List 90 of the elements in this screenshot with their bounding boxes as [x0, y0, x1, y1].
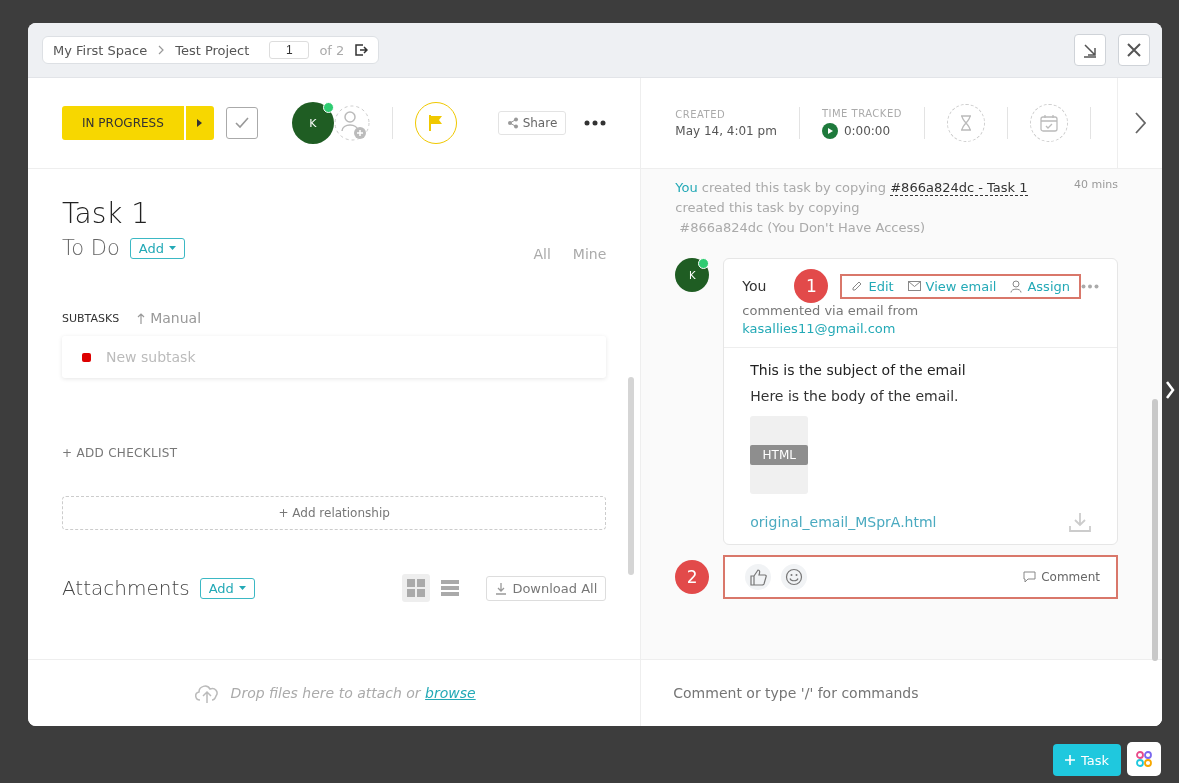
browse-link[interactable]: browse — [425, 685, 476, 701]
more-icon — [1081, 283, 1099, 289]
page-total: of 2 — [319, 42, 345, 58]
created-label: CREATED — [675, 108, 727, 120]
apps-button[interactable] — [1127, 742, 1161, 776]
breadcrumb-link[interactable]: My First Space — [53, 42, 148, 58]
comment-button[interactable]: Comment — [1023, 570, 1100, 584]
sort-button[interactable]: Manual — [137, 310, 202, 326]
speech-bubble-icon — [1023, 571, 1037, 583]
caret-icon — [169, 246, 176, 250]
user-link[interactable]: You — [675, 180, 698, 195]
created-date: May 14, 4:01 pm — [675, 123, 777, 138]
add-relationship-button[interactable]: + Add relationship — [62, 496, 607, 530]
status-square-icon — [82, 352, 91, 362]
hourglass-icon — [959, 115, 972, 131]
comment-action[interactable]: View email — [907, 278, 997, 294]
mark-complete-button[interactable] — [225, 107, 258, 139]
smiley-icon — [785, 568, 804, 586]
status-button[interactable]: IN PROGRESS — [62, 106, 214, 140]
open-external-icon — [354, 43, 369, 57]
download-icon — [1069, 512, 1091, 532]
breadcrumb-link[interactable]: Test Project — [175, 42, 250, 58]
chevron-right-icon — [1165, 380, 1175, 400]
flag-icon — [427, 114, 444, 132]
filter-tab[interactable]: Mine — [572, 246, 607, 262]
envelope-icon — [907, 281, 921, 291]
person-icon — [1010, 279, 1023, 293]
plus-icon — [1065, 755, 1075, 765]
share-icon — [506, 117, 519, 129]
add-assignee-icon — [333, 103, 370, 143]
list-icon — [441, 580, 460, 596]
add-dropdown[interactable]: Add — [129, 237, 185, 259]
scrollbar[interactable] — [628, 377, 635, 575]
comment-author: You — [742, 278, 767, 294]
assignee-avatar[interactable]: K — [291, 102, 334, 144]
add-task-button[interactable]: Task — [1053, 744, 1122, 776]
comment-via-text: commented via email from — [742, 303, 920, 318]
download-icon — [1082, 42, 1098, 58]
calendar-icon — [1039, 114, 1058, 132]
add-checklist-link[interactable]: + ADD CHECKLIST — [62, 446, 607, 460]
new-subtask-field[interactable]: New subtask — [62, 336, 607, 378]
caret-icon — [196, 119, 203, 127]
apps-icon — [1135, 750, 1153, 768]
view-toggle[interactable] — [402, 574, 431, 602]
drop-files-text: Drop files here to attach or browse — [230, 685, 476, 701]
activity-text: #866a824dc (You Don't Have Access) — [678, 219, 927, 237]
file-link[interactable]: original_email_MSprA.html — [750, 514, 937, 530]
check-icon — [234, 117, 249, 129]
download-icon — [495, 581, 508, 595]
scrollbar[interactable] — [1152, 399, 1158, 661]
cloud-upload-icon — [192, 682, 221, 704]
more-icon — [584, 120, 607, 126]
annotation-number: 2 — [675, 560, 710, 594]
comment-action[interactable]: Assign — [1010, 278, 1070, 294]
activity-text: created this task by copying — [675, 199, 861, 217]
close-button[interactable] — [1118, 34, 1150, 66]
activity-time: 40 mins — [1074, 178, 1118, 191]
filter-tab[interactable]: All — [533, 246, 551, 262]
attachments-heading: Attachments — [62, 576, 190, 600]
chevron-icon — [157, 45, 166, 55]
comment-action[interactable]: Edit — [851, 278, 894, 294]
play-icon — [821, 122, 838, 139]
email-subject: This is the subject of the email — [750, 362, 967, 378]
share-button[interactable]: Share — [497, 111, 567, 135]
download-all-button[interactable]: Download All — [486, 575, 607, 601]
thumbs-up-icon — [749, 568, 768, 586]
page-number-field[interactable]: 1 — [269, 41, 310, 59]
subtasks-heading: SUBTASKS — [62, 311, 120, 325]
close-icon — [1127, 43, 1141, 57]
comment-field[interactable]: Comment or type '/' for commands — [641, 660, 1162, 726]
time-tracked-label: TIME TRACKED — [821, 107, 902, 119]
like-button[interactable] — [745, 564, 772, 590]
annotation-number: 1 — [794, 269, 829, 303]
emoji-button[interactable] — [781, 564, 808, 590]
status-heading: To Do — [62, 236, 120, 260]
email-body: Here is the body of the email. — [750, 388, 960, 404]
add-dropdown[interactable]: Add — [199, 577, 255, 599]
time-tracked-value: 0:00:00 — [843, 123, 891, 138]
file-thumbnail[interactable]: HTML — [750, 416, 809, 494]
grid-icon — [407, 579, 426, 597]
chevron-right-icon — [1134, 112, 1146, 134]
task-title[interactable]: Task 1 — [62, 197, 607, 230]
download-button[interactable] — [1074, 34, 1106, 66]
activity-text: You created this task by copying #866a824dc - Task 1 — [675, 179, 1028, 198]
commenter-avatar: K — [675, 258, 710, 292]
task-link[interactable]: #866a824dc - Task 1 — [890, 180, 1028, 196]
arrow-up-icon — [137, 312, 146, 324]
caret-icon — [238, 586, 246, 590]
pencil-icon — [851, 280, 864, 292]
email-link[interactable]: kasallies11@gmail.com — [742, 321, 896, 336]
